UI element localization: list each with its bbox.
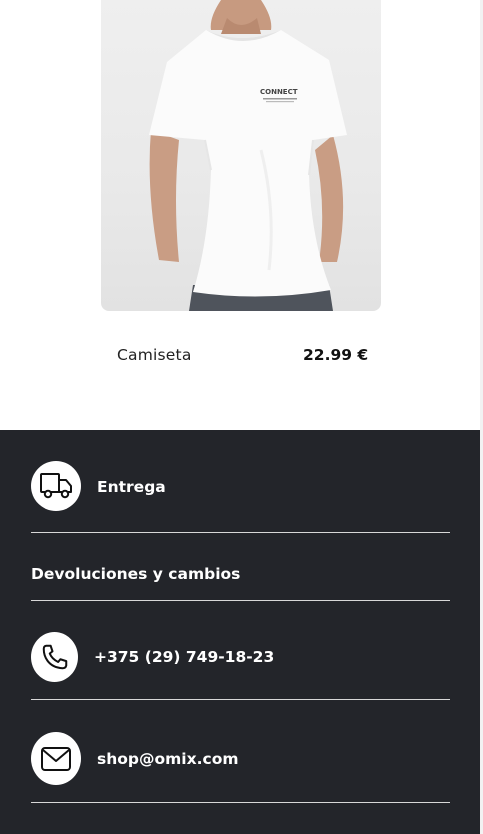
delivery-label: Entrega: [97, 478, 166, 496]
tshirt-illustration: CONNECT: [149, 0, 347, 311]
print-text: CONNECT: [260, 88, 298, 96]
truck-icon: [31, 461, 81, 511]
product-card[interactable]: CONNECT Camiseta 22.99 €: [0, 0, 483, 430]
footer-row-returns[interactable]: Devoluciones y cambios: [31, 533, 450, 601]
footer-row-delivery[interactable]: Entrega: [31, 461, 450, 533]
phone-label[interactable]: +375 (29) 749-18-23: [94, 648, 274, 666]
product-image[interactable]: CONNECT: [101, 0, 381, 311]
email-label[interactable]: shop@omix.com: [97, 750, 239, 768]
footer-row-phone[interactable]: +375 (29) 749-18-23: [31, 601, 450, 700]
product-price: 22.99 €: [303, 346, 369, 364]
returns-label: Devoluciones y cambios: [31, 565, 241, 583]
product-name[interactable]: Camiseta: [117, 346, 192, 364]
mail-icon: [31, 732, 81, 785]
phone-icon: [31, 632, 78, 682]
footer-row-email[interactable]: shop@omix.com: [31, 700, 450, 803]
footer: Entrega Devoluciones y cambios +375 (29)…: [0, 430, 481, 834]
